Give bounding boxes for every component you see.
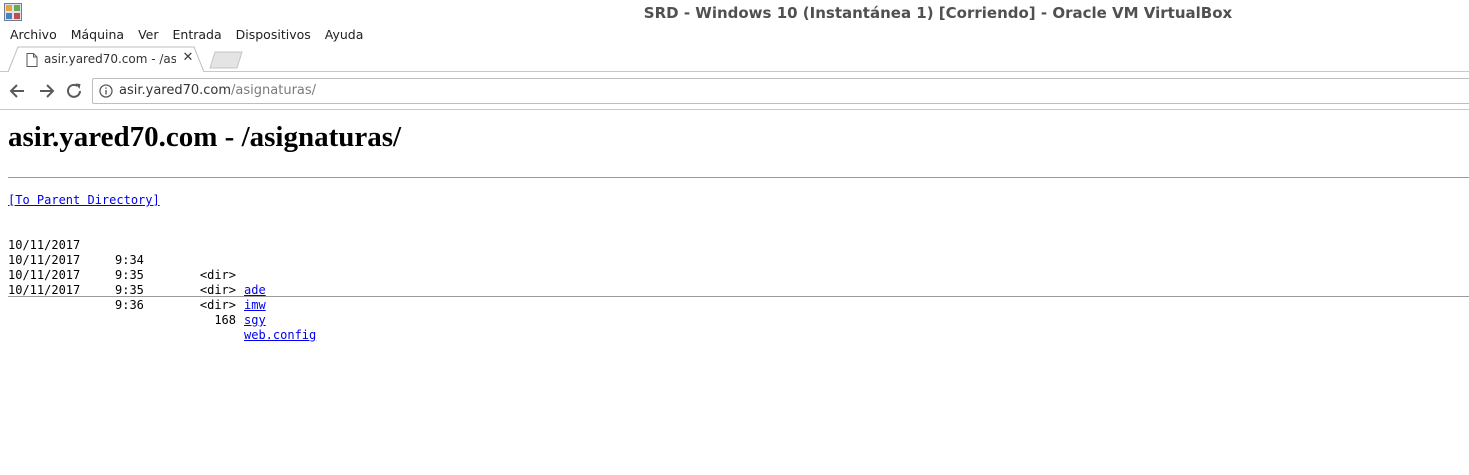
- entry-link-ade[interactable]: ade: [244, 283, 266, 298]
- tab-strip-divider: [0, 71, 1469, 72]
- page-icon: [26, 53, 38, 67]
- menu-bar: Archivo Máquina Ver Entrada Dispositivos…: [0, 24, 1469, 44]
- tab-title: asir.yared70.com - /asignaturas/: [44, 52, 176, 66]
- menu-ayuda[interactable]: Ayuda: [318, 27, 371, 42]
- entry-size: <dir>: [199, 283, 236, 297]
- url-host: asir.yared70.com: [119, 83, 232, 98]
- list-item: 10/11/2017 9:35 <dir> sgy: [8, 253, 1469, 327]
- address-bar[interactable]: asir.yared70.com/asignaturas/: [92, 78, 1469, 104]
- entry-size: <dir>: [199, 298, 236, 312]
- window-titlebar: SRD - Windows 10 (Instantánea 1) [Corrie…: [0, 0, 1469, 25]
- entry-link-imw[interactable]: imw: [244, 298, 266, 313]
- tab-strip: asir.yared70.com - /asignaturas/ ✕: [0, 44, 1469, 73]
- url-text[interactable]: asir.yared70.com/asignaturas/: [119, 83, 316, 98]
- close-icon[interactable]: ✕: [182, 51, 194, 64]
- forward-arrow-icon[interactable]: [36, 81, 56, 101]
- entry-link-web-config[interactable]: web.config: [244, 328, 316, 343]
- entry-size: 168: [214, 313, 236, 327]
- menu-maquina[interactable]: Máquina: [64, 27, 131, 42]
- menu-ver[interactable]: Ver: [131, 27, 165, 42]
- entry-time: 9:36: [115, 298, 144, 312]
- parent-directory-link[interactable]: [To Parent Directory]: [8, 193, 1469, 207]
- page-content: asir.yared70.com - /asignaturas/ [To Par…: [8, 110, 1469, 342]
- entry-date: 10/11/2017: [8, 283, 81, 297]
- page-title: asir.yared70.com - /asignaturas/: [8, 121, 402, 153]
- list-item: 10/11/2017 9:34 <dir> ade: [8, 223, 1469, 297]
- window-title: SRD - Windows 10 (Instantánea 1) [Corrie…: [643, 4, 1233, 22]
- entry-link-sgy[interactable]: sgy: [244, 313, 266, 328]
- url-path: /asignaturas/: [231, 83, 317, 98]
- tab-active[interactable]: asir.yared70.com - /asignaturas/ ✕: [8, 46, 204, 72]
- menu-entrada[interactable]: Entrada: [166, 27, 229, 42]
- reload-icon[interactable]: [64, 81, 84, 101]
- directory-listing: 10/11/2017 9:34 <dir> ade 10/11/2017 9:3…: [8, 223, 1469, 342]
- info-icon[interactable]: [99, 84, 113, 98]
- list-item: 10/11/2017 9:35 <dir> imw: [8, 238, 1469, 312]
- menu-dispositivos[interactable]: Dispositivos: [229, 27, 318, 42]
- divider-top: [8, 177, 1469, 178]
- entry-time: 9:35: [115, 283, 144, 297]
- menu-archivo[interactable]: Archivo: [0, 27, 64, 42]
- back-arrow-icon[interactable]: [8, 81, 28, 101]
- list-item: 10/11/2017 9:36 168 web.config: [8, 268, 1469, 342]
- new-tab-button[interactable]: [206, 50, 246, 70]
- browser-toolbar: asir.yared70.com/asignaturas/: [0, 73, 1469, 110]
